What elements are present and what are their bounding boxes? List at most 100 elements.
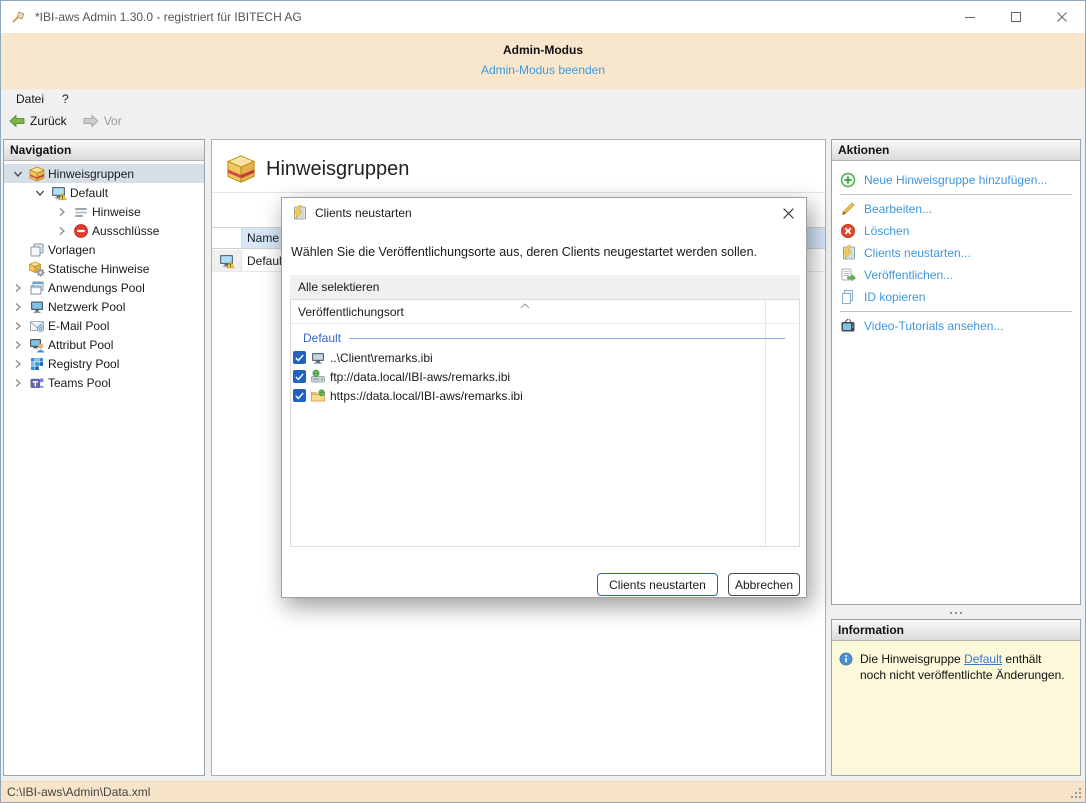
group-row-default: Default xyxy=(291,329,799,347)
info-text-before: Die Hinweisgruppe xyxy=(860,652,964,666)
nav-item-netzwerk-pool[interactable]: Netzwerk Pool xyxy=(4,297,204,316)
close-button[interactable] xyxy=(1039,1,1085,33)
monitor-warning-icon xyxy=(219,253,235,269)
list-item[interactable]: ..\Client\remarks.ibi xyxy=(291,348,799,367)
nav-item-anwendungs-pool[interactable]: Anwendungs Pool xyxy=(4,278,204,297)
clients-neustarten-dialog: Clients neustarten Wählen Sie die Veröff… xyxy=(281,197,807,598)
navigation-panel: Navigation Hinweisgruppen Default Hinwei… xyxy=(3,139,205,776)
chevron-right-icon[interactable] xyxy=(10,280,26,296)
panel-splitter-handle[interactable] xyxy=(831,607,1081,618)
chevron-right-icon[interactable] xyxy=(10,299,26,315)
package-icon xyxy=(29,166,45,182)
chevron-spacer xyxy=(10,242,26,258)
menu-help[interactable]: ? xyxy=(53,89,78,109)
chevron-right-icon[interactable] xyxy=(54,223,70,239)
nav-item-vorlagen[interactable]: Vorlagen xyxy=(4,240,204,259)
admin-mode-banner: Admin-Modus Admin-Modus beenden xyxy=(1,33,1085,89)
list-item[interactable]: ftp://data.local/IBI-aws/remarks.ibi xyxy=(291,367,799,386)
nav-item-label: Statische Hinweise xyxy=(48,262,149,276)
chevron-down-icon[interactable] xyxy=(32,185,48,201)
publish-icon xyxy=(840,267,856,283)
nav-item-ausschluesse[interactable]: Ausschlüsse xyxy=(4,221,204,240)
templates-icon xyxy=(29,242,45,258)
nav-item-label: Ausschlüsse xyxy=(92,224,159,238)
nav-item-email-pool[interactable]: E-Mail Pool xyxy=(4,316,204,335)
restart-icon xyxy=(291,205,307,221)
nav-item-label: Hinweisgruppen xyxy=(48,167,134,181)
nav-item-label: Registry Pool xyxy=(48,357,119,371)
nav-item-statische-hinweise[interactable]: Statische Hinweise xyxy=(4,259,204,278)
actions-separator xyxy=(840,194,1072,195)
network-monitor-icon xyxy=(29,299,45,315)
forward-button[interactable]: Vor xyxy=(75,110,130,132)
menu-datei[interactable]: Datei xyxy=(7,89,53,109)
info-icon xyxy=(839,652,853,666)
action-label: Veröffentlichen... xyxy=(864,268,953,282)
icon-column-header[interactable] xyxy=(212,228,242,248)
back-label: Zurück xyxy=(30,114,67,128)
nav-item-label: Teams Pool xyxy=(48,376,111,390)
abbrechen-button[interactable]: Abbrechen xyxy=(728,573,800,596)
actions-panel: Aktionen Neue Hinweisgruppe hinzufügen..… xyxy=(831,139,1081,605)
copy-icon xyxy=(840,289,856,305)
actions-separator xyxy=(840,311,1072,312)
group-label: Default xyxy=(303,331,341,345)
action-veroeffentlichen[interactable]: Veröffentlichen... xyxy=(832,264,1080,286)
delete-icon xyxy=(840,223,856,239)
menu-bar: Datei ? xyxy=(1,89,1085,109)
back-button[interactable]: Zurück xyxy=(1,110,75,132)
publish-location-list: Veröffentlichungsort Default ..\Client\r… xyxy=(290,299,800,547)
app-window: *IBI-aws Admin 1.30.0 - registriert für … xyxy=(0,0,1086,803)
title-bar: *IBI-aws Admin 1.30.0 - registriert für … xyxy=(1,1,1085,33)
action-bearbeiten[interactable]: Bearbeiten... xyxy=(832,198,1080,220)
list-item[interactable]: https://data.local/IBI-aws/remarks.ibi xyxy=(291,386,799,405)
nav-item-label: E-Mail Pool xyxy=(48,319,109,333)
admin-mode-exit-link[interactable]: Admin-Modus beenden xyxy=(1,63,1085,77)
nav-item-teams-pool[interactable]: Teams Pool xyxy=(4,373,204,392)
select-all-bar[interactable]: Alle selektieren xyxy=(290,275,800,299)
notes-icon xyxy=(73,204,89,220)
nav-item-label: Vorlagen xyxy=(48,243,95,257)
action-video-tutorials[interactable]: Video-Tutorials ansehen... xyxy=(832,315,1080,337)
dialog-close-icon[interactable] xyxy=(772,200,804,226)
checkbox-checked[interactable] xyxy=(293,351,306,364)
navigation-tree: Hinweisgruppen Default Hinweise Ausschlü… xyxy=(4,161,204,392)
action-loeschen[interactable]: Löschen xyxy=(832,220,1080,242)
apps-icon xyxy=(29,280,45,296)
clients-neustarten-button[interactable]: Clients neustarten xyxy=(597,573,718,596)
action-add-hinweisgruppe[interactable]: Neue Hinweisgruppe hinzufügen... xyxy=(832,169,1080,191)
resize-grip[interactable] xyxy=(1070,787,1081,798)
nav-item-hinweise[interactable]: Hinweise xyxy=(4,202,204,221)
action-id-kopieren[interactable]: ID kopieren xyxy=(832,286,1080,308)
nav-item-attribut-pool[interactable]: Attribut Pool xyxy=(4,335,204,354)
chevron-right-icon[interactable] xyxy=(54,204,70,220)
checkbox-checked[interactable] xyxy=(293,389,306,402)
teams-icon xyxy=(29,375,45,391)
checkbox-checked[interactable] xyxy=(293,370,306,383)
chevron-right-icon[interactable] xyxy=(10,337,26,353)
dialog-instruction: Wählen Sie die Veröffentlichungsorte aus… xyxy=(291,245,757,259)
nav-item-default[interactable]: Default xyxy=(4,183,204,202)
package-gear-icon xyxy=(29,261,45,277)
chevron-right-icon[interactable] xyxy=(10,318,26,334)
maximize-button[interactable] xyxy=(993,1,1039,33)
forward-arrow-icon xyxy=(83,113,99,129)
dialog-title-bar: Clients neustarten xyxy=(282,198,806,228)
nav-item-hinweisgruppen[interactable]: Hinweisgruppen xyxy=(4,164,204,183)
info-default-link[interactable]: Default xyxy=(964,652,1002,666)
column-header-veroeffentlichungsort[interactable]: Veröffentlichungsort xyxy=(291,300,799,324)
restart-icon xyxy=(840,245,856,261)
chevron-down-icon[interactable] xyxy=(10,166,26,182)
back-arrow-icon xyxy=(9,113,25,129)
email-icon xyxy=(29,318,45,334)
action-clients-neustarten[interactable]: Clients neustarten... xyxy=(832,242,1080,264)
computer-icon xyxy=(310,350,326,366)
dialog-title: Clients neustarten xyxy=(315,206,412,220)
chevron-right-icon[interactable] xyxy=(10,375,26,391)
action-label: Clients neustarten... xyxy=(864,246,971,260)
minimize-button[interactable] xyxy=(947,1,993,33)
nav-item-registry-pool[interactable]: Registry Pool xyxy=(4,354,204,373)
forward-label: Vor xyxy=(104,114,122,128)
window-title: *IBI-aws Admin 1.30.0 - registriert für … xyxy=(35,10,302,24)
chevron-right-icon[interactable] xyxy=(10,356,26,372)
